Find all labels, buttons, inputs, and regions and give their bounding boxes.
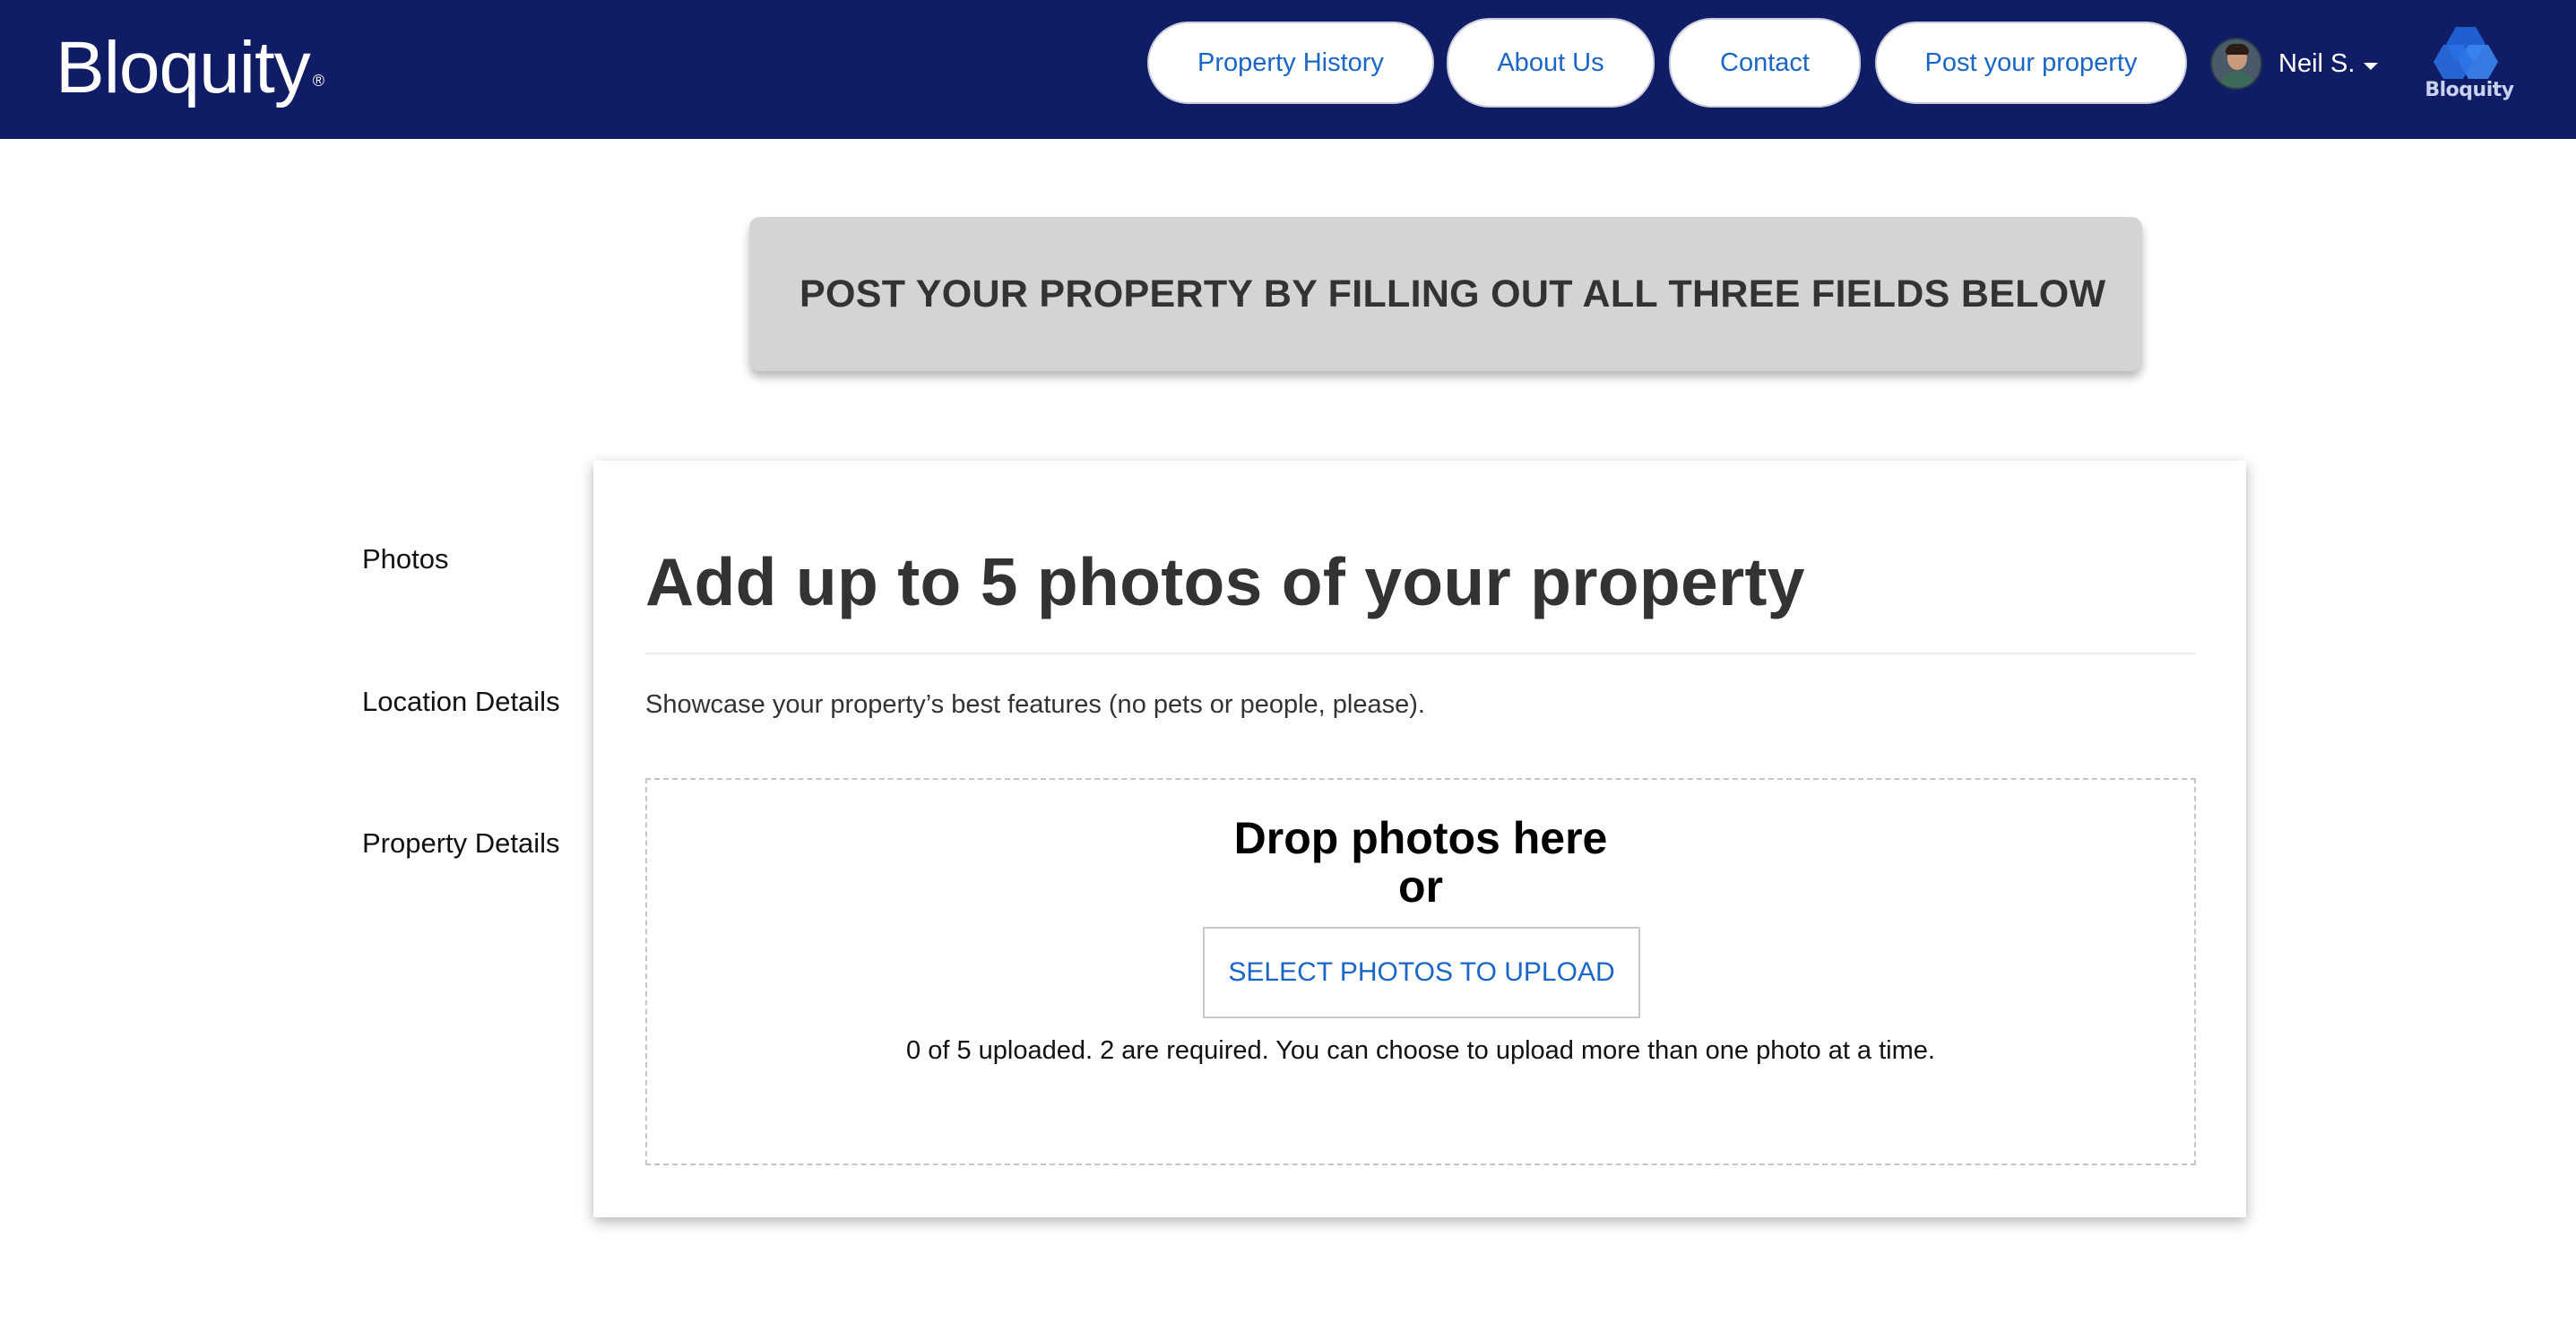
nav-post-property-button[interactable]: Post your property [1875, 22, 2187, 104]
step-location-details[interactable]: Location Details [362, 686, 560, 718]
dropzone-title-line1: Drop photos here [1233, 813, 1608, 863]
step-photos[interactable]: Photos [362, 543, 449, 575]
brand-mark-label: Bloquity [2425, 79, 2514, 101]
user-avatar [2210, 38, 2262, 90]
banner-text: POST YOUR PROPERTY BY FILLING OUT ALL TH… [800, 272, 2106, 316]
step-property-details[interactable]: Property Details [362, 827, 560, 860]
photos-section-title: Add up to 5 photos of your property [645, 544, 1805, 619]
upload-status-text: 0 of 5 uploaded. 2 are required. You can… [906, 1036, 1935, 1065]
instruction-banner: POST YOUR PROPERTY BY FILLING OUT ALL TH… [749, 217, 2142, 371]
select-photos-button[interactable]: SELECT PHOTOS TO UPLOAD [1203, 927, 1640, 1018]
photos-card: Add up to 5 photos of your property Show… [593, 461, 2246, 1217]
divider [645, 653, 2196, 654]
photos-section-subtitle: Showcase your property’s best features (… [645, 690, 1425, 719]
user-name: Neil S. [2278, 48, 2356, 78]
caret-down-icon [2364, 63, 2379, 70]
user-menu[interactable]: Neil S. [2210, 38, 2379, 90]
nav-property-history-button[interactable]: Property History [1147, 22, 1434, 104]
top-navbar: Bloquity ® Property History About Us Cont… [0, 0, 2576, 139]
photo-dropzone[interactable]: Drop photos here or SELECT PHOTOS TO UPL… [645, 778, 2196, 1165]
logo-text: Bloquity [56, 27, 311, 108]
nav-about-us-button[interactable]: About Us [1447, 18, 1655, 108]
dropzone-title-line2: or [1398, 861, 1443, 912]
nav-contact-button[interactable]: Contact [1669, 18, 1861, 108]
logo[interactable]: Bloquity ® [56, 23, 324, 113]
registered-mark: ® [312, 72, 324, 90]
dropzone-title: Drop photos here or [647, 814, 2194, 911]
